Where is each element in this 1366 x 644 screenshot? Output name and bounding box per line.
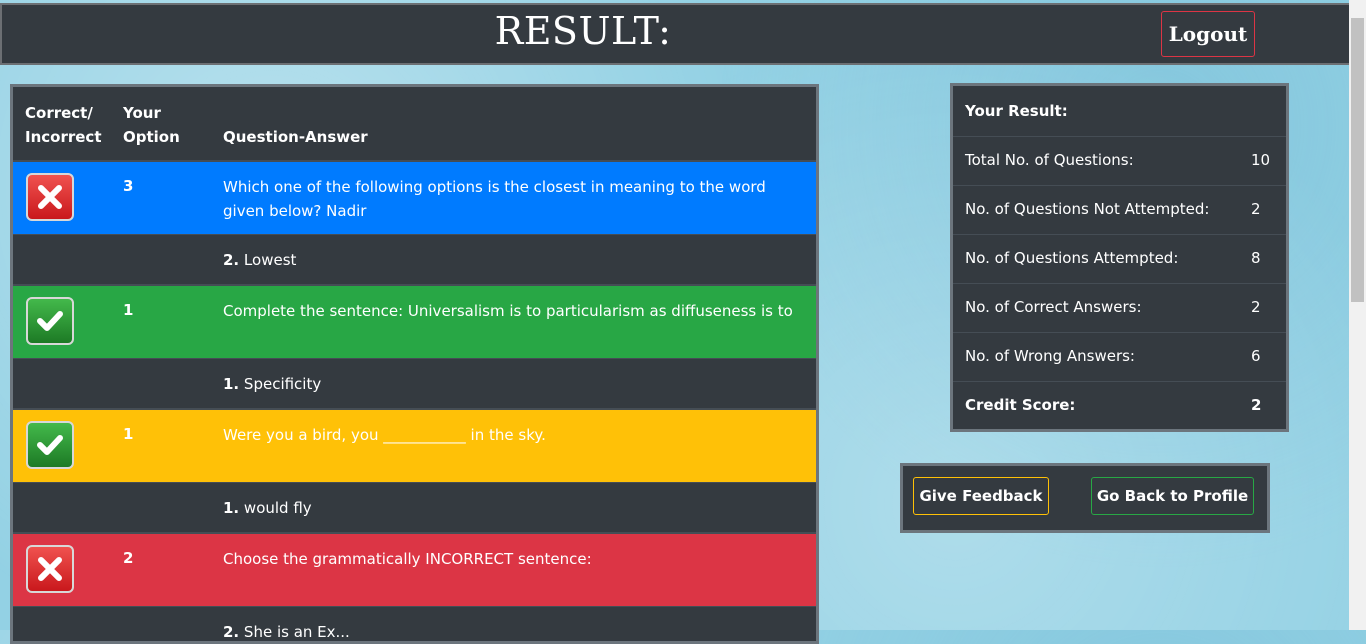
- correct-answer: 2. Lowest: [223, 248, 296, 272]
- answer-number: 2.: [223, 251, 240, 269]
- check-icon: [26, 421, 74, 469]
- cross-icon: [26, 545, 74, 593]
- summary-row-not-attempted: No. of Questions Not Attempted: 2: [953, 185, 1286, 234]
- give-feedback-button[interactable]: Give Feedback: [913, 477, 1049, 515]
- answer-row: 2. Lowest: [13, 234, 816, 284]
- summary-label: Total No. of Questions:: [965, 151, 1134, 169]
- answer-text: would fly: [243, 499, 312, 517]
- header-status-line1: Correct/: [25, 104, 93, 122]
- header-question-answer: Question-Answer: [223, 128, 368, 146]
- answer-row: 1. Specificity: [13, 358, 816, 408]
- action-panel: Give Feedback Go Back to Profile: [900, 463, 1270, 533]
- check-icon: [26, 297, 74, 345]
- summary-label: No. of Correct Answers:: [965, 298, 1142, 316]
- header-status-line2: Incorrect: [25, 128, 102, 146]
- summary-row-correct: No. of Correct Answers: 2: [953, 283, 1286, 332]
- summary-value: 10: [1251, 151, 1271, 169]
- your-option: 1: [123, 425, 134, 443]
- table-header: Correct/ Incorrect Your Option Question-…: [13, 87, 816, 160]
- answer-text: She is an Ex...: [243, 623, 350, 641]
- your-option: 3: [123, 177, 134, 195]
- answer-text: Lowest: [243, 251, 297, 269]
- summary-row-attempted: No. of Questions Attempted: 8: [953, 234, 1286, 283]
- summary-value: 2: [1251, 396, 1262, 414]
- question-row: 1 Complete the sentence: Universalism is…: [13, 284, 816, 358]
- summary-heading: Your Result:: [953, 86, 1286, 136]
- correct-answer: 1. would fly: [223, 496, 312, 520]
- summary-label: No. of Wrong Answers:: [965, 347, 1135, 365]
- answer-number: 1.: [223, 375, 240, 393]
- summary-row-total: Total No. of Questions: 10: [953, 136, 1286, 185]
- summary-row-credit: Credit Score: 2: [953, 381, 1286, 430]
- page-scrollbar[interactable]: [1349, 0, 1366, 630]
- summary-heading-label: Your Result:: [965, 102, 1068, 120]
- summary-value: 2: [1251, 298, 1261, 316]
- scrollbar-thumb[interactable]: [1351, 18, 1364, 302]
- your-option: 2: [123, 549, 134, 567]
- summary-value: 2: [1251, 200, 1261, 218]
- summary-label: No. of Questions Attempted:: [965, 249, 1179, 267]
- question-row: 3 Which one of the following options is …: [13, 160, 816, 234]
- correct-answer: 1. Specificity: [223, 372, 321, 396]
- question-text: Complete the sentence: Universalism is t…: [223, 302, 793, 320]
- results-table: Correct/ Incorrect Your Option Question-…: [10, 84, 819, 644]
- question-row: 2 Choose the grammatically INCORRECT sen…: [13, 532, 816, 606]
- summary-value: 8: [1251, 249, 1261, 267]
- header-option-line2: Option: [123, 128, 180, 146]
- answer-row: 2. She is an Ex...: [13, 606, 816, 641]
- answer-number: 1.: [223, 499, 240, 517]
- header-status: Correct/ Incorrect: [25, 101, 102, 149]
- summary-label: Credit Score:: [965, 396, 1076, 414]
- summary-value: 6: [1251, 347, 1261, 365]
- header-option-line1: Your: [123, 104, 161, 122]
- question-row: 1 Were you a bird, you ___________ in th…: [13, 408, 816, 482]
- question-text: Were you a bird, you ___________ in the …: [223, 426, 546, 444]
- question-text: Which one of the following options is th…: [223, 178, 766, 220]
- summary-row-wrong: No. of Wrong Answers: 6: [953, 332, 1286, 381]
- answer-row: 1. would fly: [13, 482, 816, 532]
- cross-icon: [26, 173, 74, 221]
- your-option: 1: [123, 301, 134, 319]
- answer-number: 2.: [223, 623, 240, 641]
- logout-button[interactable]: Logout: [1161, 11, 1255, 57]
- header-option: Your Option: [123, 101, 180, 149]
- answer-text: Specificity: [243, 375, 322, 393]
- top-bar: RESULT: Logout: [0, 3, 1351, 65]
- back-to-profile-button[interactable]: Go Back to Profile: [1091, 477, 1254, 515]
- correct-answer: 2. She is an Ex...: [223, 620, 350, 641]
- question-text: Choose the grammatically INCORRECT sente…: [223, 550, 592, 568]
- page-title: RESULT:: [494, 9, 672, 53]
- summary-label: No. of Questions Not Attempted:: [965, 200, 1210, 218]
- result-summary: Your Result: Total No. of Questions: 10 …: [950, 83, 1289, 432]
